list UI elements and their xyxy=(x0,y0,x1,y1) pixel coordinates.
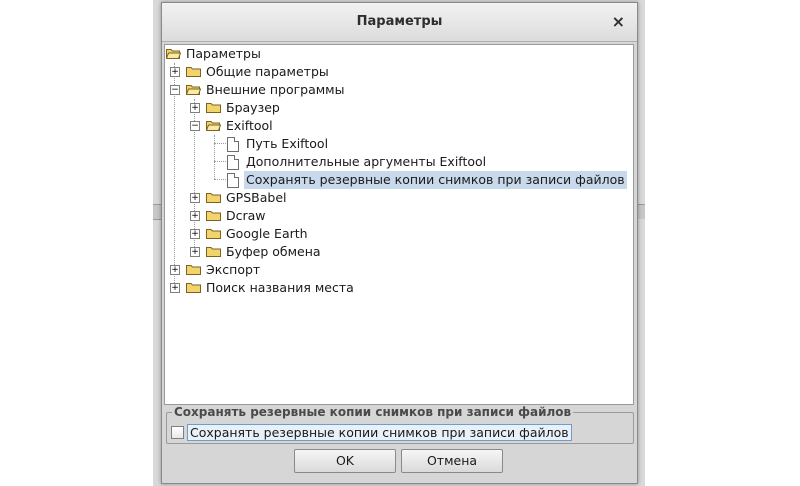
folder-icon xyxy=(206,247,221,257)
tree-item-label: Exiftool xyxy=(226,118,273,133)
expand-icon[interactable]: + xyxy=(190,103,200,113)
tree-item-label: Общие параметры xyxy=(206,64,329,79)
folder-icon xyxy=(186,67,201,77)
tree-item-label: Браузер xyxy=(226,100,280,115)
folder-open-icon xyxy=(206,121,221,131)
tree-item-label: Внешние программы xyxy=(206,82,345,97)
expand-icon[interactable]: + xyxy=(190,229,200,239)
expand-icon[interactable]: + xyxy=(190,211,200,221)
expand-icon[interactable]: + xyxy=(190,247,200,257)
document-icon xyxy=(227,137,239,152)
expand-icon[interactable]: + xyxy=(170,265,180,275)
folder-icon xyxy=(206,193,221,203)
folder-icon xyxy=(186,283,201,293)
tree-connector xyxy=(214,161,226,162)
settings-group: Сохранять резервные копии снимков при за… xyxy=(166,405,634,444)
tree-item-label: GPSBabel xyxy=(226,190,287,205)
dialog-title: Параметры xyxy=(356,14,443,29)
dialog-titlebar[interactable]: Параметры × xyxy=(162,3,637,42)
backup-checkbox[interactable] xyxy=(171,426,184,439)
preferences-dialog: Параметры × Параметры + Общие параметры xyxy=(161,2,638,484)
tree-item-label: Буфер обмена xyxy=(226,244,321,259)
document-icon xyxy=(227,155,239,170)
tree-item-label: Путь Exiftool xyxy=(246,136,329,151)
cancel-button[interactable]: Отмена xyxy=(401,449,503,473)
tree-item-label: Google Earth xyxy=(226,226,308,241)
folder-open-icon xyxy=(186,85,201,95)
folder-icon xyxy=(206,229,221,239)
ok-button[interactable]: OK xyxy=(294,449,396,473)
folder-open-icon xyxy=(166,49,181,59)
expand-icon[interactable]: + xyxy=(170,283,180,293)
expand-icon[interactable]: + xyxy=(190,193,200,203)
group-title: Сохранять резервные копии снимков при за… xyxy=(172,405,574,419)
folder-icon xyxy=(186,265,201,275)
tree-connector xyxy=(214,179,226,180)
collapse-icon[interactable]: − xyxy=(170,85,180,95)
folder-icon xyxy=(206,211,221,221)
tree-item-label: Дополнительные аргументы Exiftool xyxy=(246,154,487,169)
tree-connector xyxy=(214,135,215,179)
folder-icon xyxy=(206,103,221,113)
tree-item-label-selected: Сохранять резервные копии снимков при за… xyxy=(244,171,627,189)
preferences-tree[interactable]: Параметры + Общие параметры − Внешние пр… xyxy=(164,44,634,405)
expand-icon[interactable]: + xyxy=(170,67,180,77)
tree-item-label: Dcraw xyxy=(226,208,266,223)
tree-connector xyxy=(174,63,175,287)
tree-item-label: Поиск названия места xyxy=(206,280,354,295)
tree-connector xyxy=(214,143,226,144)
background-toolbar-fragment xyxy=(153,204,161,220)
backup-checkbox-label[interactable]: Сохранять резервные копии снимков при за… xyxy=(187,424,572,441)
tree-item-label: Экспорт xyxy=(206,262,261,277)
document-icon xyxy=(227,173,239,188)
close-icon[interactable]: × xyxy=(612,12,625,31)
collapse-icon[interactable]: − xyxy=(190,121,200,131)
tree-item-label: Параметры xyxy=(186,46,261,61)
